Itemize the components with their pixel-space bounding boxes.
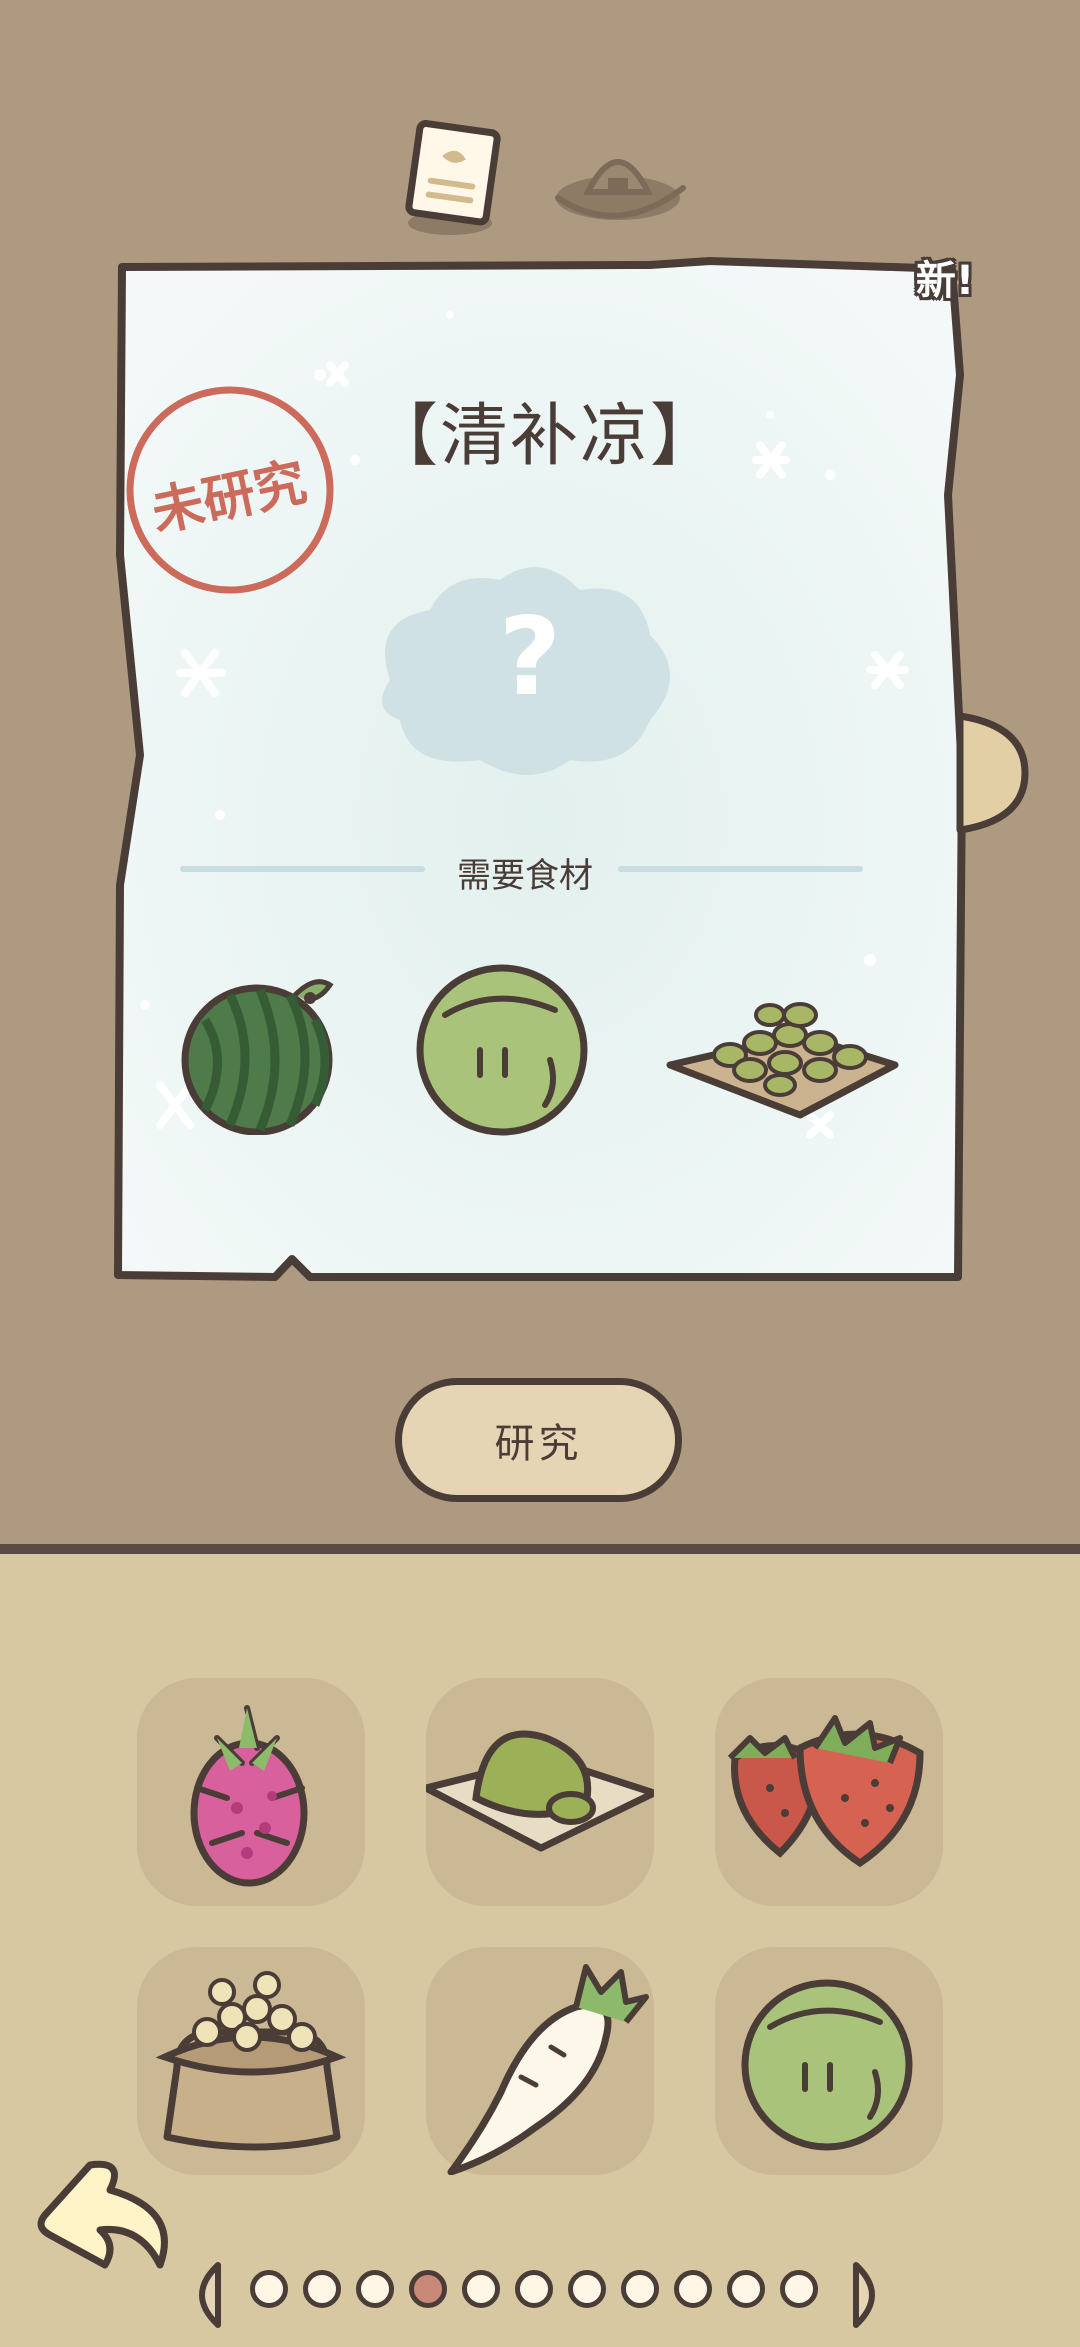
page-dot[interactable] [515, 2270, 553, 2308]
next-page-tab[interactable] [955, 708, 1030, 838]
page-indicator [180, 2260, 900, 2328]
recipe-title: 【清补凉】 [369, 397, 720, 476]
page-dot[interactable] [621, 2270, 659, 2308]
soybean-sack-icon [155, 1971, 347, 2151]
page-dot[interactable] [674, 2270, 712, 2308]
daikon-icon [447, 1964, 649, 2175]
inventory-slot-daikon[interactable] [426, 1947, 654, 2175]
prev-page-arrow-icon[interactable] [184, 2260, 224, 2330]
back-arrow-icon[interactable] [30, 2150, 180, 2290]
inventory-slot-soybean-sack[interactable] [137, 1947, 365, 2175]
page-dot[interactable] [356, 2270, 394, 2308]
inventory-slot-strawberry[interactable] [715, 1678, 943, 1906]
panel-divider [0, 1544, 1080, 1554]
plum-icon [416, 964, 588, 1136]
page-dot[interactable] [462, 2270, 500, 2308]
page-dot[interactable] [727, 2270, 765, 2308]
inventory-slot-plum[interactable] [715, 1947, 943, 2175]
rice-ball-icon[interactable] [548, 130, 693, 230]
plum-icon [741, 1979, 913, 2151]
recipe-note-icon[interactable] [400, 118, 510, 243]
ingredients-label: 需要食材 [457, 856, 593, 896]
new-badge: 新! [915, 258, 975, 304]
next-page-arrow-icon[interactable] [850, 2260, 890, 2330]
research-button[interactable]: 研究 [395, 1378, 682, 1502]
watermelon-icon [181, 979, 334, 1135]
page-dot[interactable] [409, 2270, 447, 2308]
soybean-plate-icon [666, 1002, 899, 1119]
mystery-mark: ? [498, 595, 562, 720]
ingredients-divider-right [618, 866, 863, 872]
matcha-dessert-icon [426, 1730, 654, 1852]
strawberry-icon [727, 1715, 924, 1868]
page-dot[interactable] [303, 2270, 341, 2308]
page-dot[interactable] [250, 2270, 288, 2308]
dragon-fruit-icon [190, 1705, 308, 1887]
inventory-slot-matcha-dessert[interactable] [426, 1678, 654, 1906]
inventory-slot-dragon-fruit[interactable] [137, 1678, 365, 1906]
page-dot[interactable] [780, 2270, 818, 2308]
ingredients-divider-left [180, 866, 425, 872]
page-dot[interactable] [568, 2270, 606, 2308]
